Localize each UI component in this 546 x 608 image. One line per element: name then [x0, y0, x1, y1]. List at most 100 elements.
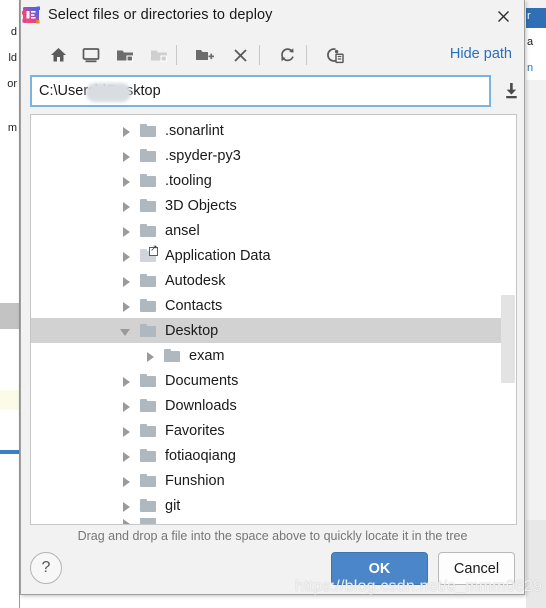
folder-icon: [140, 423, 157, 438]
background-strip-yellow: [0, 390, 19, 410]
toolbar-separator: [306, 45, 307, 65]
folder-icon: [140, 498, 157, 513]
desktop-icon[interactable]: [78, 43, 104, 67]
tree-node-label: Application Data: [165, 247, 271, 264]
chevron-right-icon[interactable]: [119, 474, 133, 488]
tree-node-label: .tooling: [165, 172, 212, 189]
download-arrow-icon[interactable]: [499, 79, 523, 103]
path-row: C:\Users\ \Desktop: [21, 75, 524, 113]
tree-row[interactable]: git: [31, 493, 516, 518]
tree-row[interactable]: .tooling: [31, 168, 516, 193]
folder-icon: [140, 298, 157, 313]
tree-scrollbar[interactable]: [501, 115, 516, 524]
close-icon[interactable]: [490, 4, 516, 28]
folder-icon: [140, 323, 157, 338]
chevron-right-icon[interactable]: [119, 174, 133, 188]
dialog-title: Select files or directories to deploy: [48, 7, 273, 23]
new-folder-icon[interactable]: [191, 43, 217, 67]
tree-node-label: ansel: [165, 222, 200, 239]
tree-row[interactable]: Application Data: [31, 243, 516, 268]
tree-row[interactable]: ansel: [31, 218, 516, 243]
chevron-right-icon[interactable]: [119, 424, 133, 438]
tree-scrollbar-thumb[interactable]: [501, 295, 515, 383]
deploy-file-chooser-dialog: Select files or directories to deploy Hi…: [20, 0, 525, 595]
tree-row[interactable]: .sonarlint: [31, 118, 516, 143]
tree-row[interactable]: Documents: [31, 368, 516, 393]
tree-node-label: Downloads: [165, 397, 237, 414]
background-strip-gray: [0, 303, 19, 329]
ok-button[interactable]: OK: [331, 552, 428, 585]
chooser-toolbar: Hide path: [21, 35, 524, 75]
folder-icon: [140, 518, 157, 524]
tree-row[interactable]: .spyder-py3: [31, 143, 516, 168]
chevron-right-icon[interactable]: [143, 349, 157, 363]
toolbar-separator: [259, 45, 260, 65]
folder-icon: [140, 273, 157, 288]
directory-tree-list: .sonarlint .spyder-py3 .tooling 3D Objects a…: [31, 118, 516, 524]
chevron-right-icon[interactable]: [119, 499, 133, 513]
folder-icon: [140, 148, 157, 163]
folder-icon: [140, 398, 157, 413]
hide-path-link[interactable]: Hide path: [450, 46, 512, 62]
folder-icon: [140, 473, 157, 488]
chevron-right-icon[interactable]: [119, 224, 133, 238]
tree-node-label: Funshion: [165, 472, 225, 489]
tree-node-label: Documents: [165, 372, 239, 389]
chevron-right-icon[interactable]: [119, 399, 133, 413]
show-hidden-files-icon[interactable]: [321, 43, 347, 67]
delete-icon[interactable]: [227, 43, 253, 67]
tree-row-partial[interactable]: [31, 518, 516, 524]
directory-tree[interactable]: .sonarlint .spyder-py3 .tooling 3D Objects a…: [30, 114, 517, 525]
chevron-right-icon[interactable]: [119, 518, 133, 524]
home-icon[interactable]: [45, 43, 71, 67]
tree-node-label: fotiaoqiang: [165, 447, 236, 464]
background-band-lower: [526, 520, 546, 608]
folder-icon: [140, 373, 157, 388]
intellij-idea-logo-icon: [21, 5, 41, 25]
background-ide-right: r a n: [526, 0, 546, 608]
tree-row[interactable]: Contacts: [31, 293, 516, 318]
tree-row[interactable]: 3D Objects: [31, 193, 516, 218]
drag-drop-hint: Drag and drop a file into the space abov…: [77, 529, 468, 543]
cancel-button[interactable]: Cancel: [438, 552, 515, 585]
chevron-right-icon[interactable]: [119, 449, 133, 463]
refresh-icon[interactable]: [274, 43, 300, 67]
tree-row[interactable]: Favorites: [31, 418, 516, 443]
tree-row[interactable]: Downloads: [31, 393, 516, 418]
chevron-right-icon[interactable]: [119, 124, 133, 138]
tree-node-label: exam: [189, 347, 225, 364]
background-text-fragment: r: [527, 10, 531, 22]
dialog-titlebar: Select files or directories to deploy: [21, 0, 524, 35]
background-strip-blue: [0, 450, 19, 454]
background-text-fragment: d: [10, 26, 17, 38]
tree-row[interactable]: exam: [31, 343, 516, 368]
folder-shortcut-icon: [140, 244, 158, 263]
chevron-right-icon[interactable]: [119, 299, 133, 313]
chevron-right-icon[interactable]: [119, 149, 133, 163]
background-text-fragment: a: [527, 36, 534, 48]
background-text-fragment: or: [7, 78, 17, 90]
chevron-right-icon[interactable]: [119, 199, 133, 213]
tree-row[interactable]: fotiaoqiang: [31, 443, 516, 468]
folder-icon: [140, 173, 157, 188]
tree-node-label: 3D Objects: [165, 197, 237, 214]
help-button[interactable]: ?: [30, 552, 62, 584]
folder-icon: [140, 448, 157, 463]
tree-row[interactable]: Autodesk: [31, 268, 516, 293]
path-input[interactable]: C:\Users\ \Desktop: [30, 75, 491, 107]
chevron-right-icon[interactable]: [119, 249, 133, 263]
chevron-right-icon[interactable]: [119, 274, 133, 288]
background-ide-left: d ld or m: [0, 0, 20, 608]
tree-node-label: .spyder-py3: [165, 147, 241, 164]
project-folder-icon[interactable]: [112, 43, 138, 67]
tree-row[interactable]: Desktop: [31, 318, 516, 343]
background-text-fragment: ld: [8, 52, 17, 64]
chevron-right-icon[interactable]: [119, 374, 133, 388]
tree-node-label: Contacts: [165, 297, 223, 314]
tree-node-label: Autodesk: [165, 272, 226, 289]
tree-row[interactable]: Funshion: [31, 468, 516, 493]
tree-node-label: Desktop: [165, 322, 219, 339]
folder-icon: [140, 223, 157, 238]
folder-icon: [140, 198, 157, 213]
chevron-down-icon[interactable]: [119, 324, 133, 338]
